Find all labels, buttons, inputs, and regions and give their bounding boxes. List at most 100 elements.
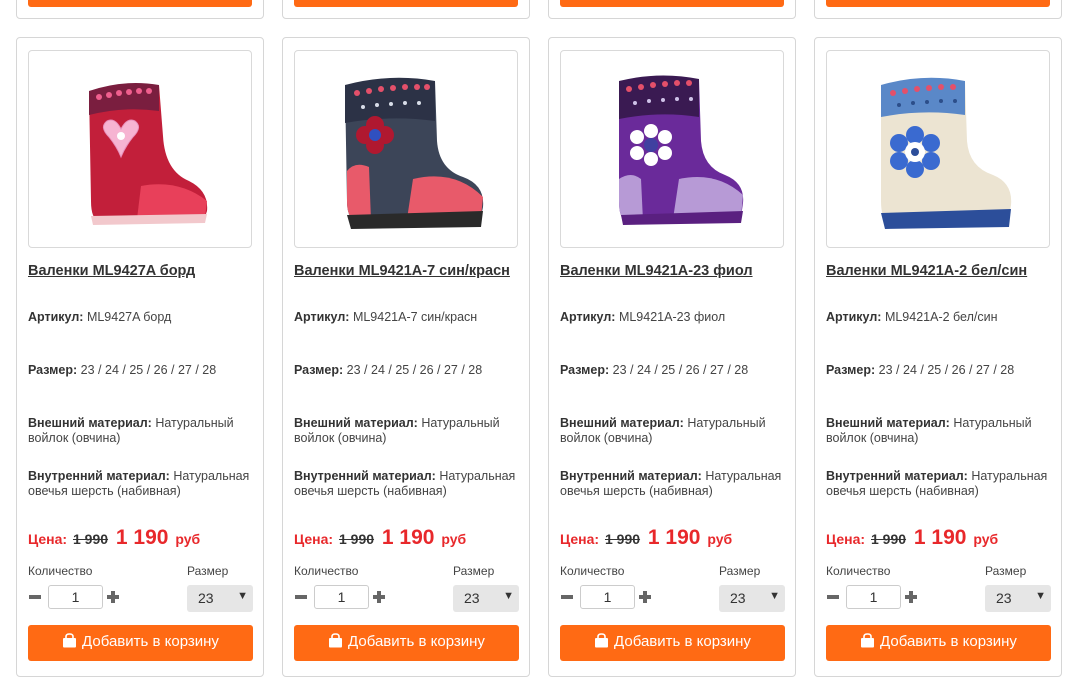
product-article: Артикул: ML9427A борд [28, 310, 258, 325]
product-price: Цена: 1 990 1 190 руб [560, 526, 732, 550]
size-select-value: 23 [198, 590, 214, 606]
add-to-cart-button[interactable]: Добавить в корзину [28, 625, 253, 661]
currency-label: руб [707, 531, 733, 547]
quantity-minus-button[interactable] [560, 590, 574, 604]
size-select-value: 23 [996, 590, 1012, 606]
price-label: Цена: [826, 531, 866, 547]
product-article: Артикул: ML9421A-23 фиол [560, 310, 790, 325]
size-select[interactable]: 23 ▼ [453, 585, 519, 612]
add-to-cart-button[interactable] [28, 0, 252, 7]
article-value: ML9421A-2 бел/син [884, 310, 998, 324]
triangle-down-icon: ▼ [237, 590, 248, 602]
product-image[interactable] [294, 50, 518, 248]
add-to-cart-button[interactable] [560, 0, 784, 7]
quantity-minus-button[interactable] [294, 590, 308, 604]
currency-label: руб [175, 531, 201, 547]
size-select[interactable]: 23 ▼ [187, 585, 253, 612]
price-label: Цена: [560, 531, 600, 547]
article-label: Артикул: [560, 310, 616, 324]
shopping-bag-icon [594, 627, 609, 661]
product-outer-material: Внешний материал: Натуральный войлок (ов… [28, 416, 258, 446]
quantity-minus-button[interactable] [826, 590, 840, 604]
product-image[interactable] [560, 50, 784, 248]
product-sizes: Размер: 23 / 24 / 25 / 26 / 27 / 28 [294, 363, 524, 378]
product-title-link[interactable]: Валенки ML9427A борд [28, 261, 254, 282]
prev-row-card [16, 0, 264, 19]
article-label: Артикул: [28, 310, 84, 324]
product-inner-material: Внутренний материал: Натуральная овечья … [28, 469, 258, 499]
product-sizes: Размер: 23 / 24 / 25 / 26 / 27 / 28 [28, 363, 258, 378]
add-to-cart-button[interactable]: Добавить в корзину [826, 625, 1051, 661]
sizes-value: 23 / 24 / 25 / 26 / 27 / 28 [612, 363, 749, 377]
add-to-cart-button[interactable] [294, 0, 518, 7]
quantity-input[interactable] [580, 585, 635, 609]
product-article: Артикул: ML9421A-7 син/красн [294, 310, 524, 325]
product-image[interactable] [28, 50, 252, 248]
inner-material-label: Внутренний материал: [560, 469, 702, 483]
price-label: Цена: [28, 531, 68, 547]
product-card: Валенки ML9421A-23 фиол Артикул: ML9421A… [548, 37, 796, 677]
prev-row-card [814, 0, 1062, 19]
add-to-cart-button[interactable] [826, 0, 1050, 7]
quantity-input[interactable] [846, 585, 901, 609]
old-price: 1 990 [870, 531, 907, 547]
product-price: Цена: 1 990 1 190 руб [826, 526, 998, 550]
product-outer-material: Внешний материал: Натуральный войлок (ов… [826, 416, 1056, 446]
outer-material-label: Внешний материал: [294, 416, 418, 430]
new-price: 1 190 [115, 526, 169, 549]
new-price: 1 190 [913, 526, 967, 549]
quantity-plus-button[interactable] [106, 590, 120, 604]
article-value: ML9421A-23 фиол [618, 310, 726, 324]
size-select-label: Размер [719, 564, 761, 578]
outer-material-label: Внешний материал: [560, 416, 684, 430]
quantity-label: Количество [294, 564, 359, 578]
sizes-value: 23 / 24 / 25 / 26 / 27 / 28 [80, 363, 217, 377]
price-label: Цена: [294, 531, 334, 547]
add-to-cart-label: Добавить в корзину [348, 633, 485, 650]
outer-material-label: Внешний материал: [826, 416, 950, 430]
inner-material-label: Внутренний материал: [826, 469, 968, 483]
product-image[interactable] [826, 50, 1050, 248]
sizes-value: 23 / 24 / 25 / 26 / 27 / 28 [346, 363, 483, 377]
product-outer-material: Внешний материал: Натуральный войлок (ов… [560, 416, 790, 446]
quantity-label: Количество [28, 564, 93, 578]
shopping-bag-icon [860, 627, 875, 661]
shopping-bag-icon [62, 627, 77, 661]
size-select[interactable]: 23 ▼ [985, 585, 1051, 612]
product-title-link[interactable]: Валенки ML9421A-23 фиол [560, 261, 786, 282]
quantity-plus-button[interactable] [372, 590, 386, 604]
product-title-link[interactable]: Валенки ML9421A-7 син/красн [294, 261, 520, 282]
article-label: Артикул: [294, 310, 350, 324]
add-to-cart-label: Добавить в корзину [880, 633, 1017, 650]
product-grid: Валенки ML9427A борд Артикул: ML9427A бо… [16, 0, 1064, 677]
size-select-label: Размер [453, 564, 495, 578]
add-to-cart-button[interactable]: Добавить в корзину [294, 625, 519, 661]
product-card: Валенки ML9427A борд Артикул: ML9427A бо… [16, 37, 264, 677]
product-outer-material: Внешний материал: Натуральный войлок (ов… [294, 416, 524, 446]
new-price: 1 190 [381, 526, 435, 549]
product-inner-material: Внутренний материал: Натуральная овечья … [294, 469, 524, 499]
quantity-plus-button[interactable] [638, 590, 652, 604]
quantity-input[interactable] [48, 585, 103, 609]
product-sizes: Размер: 23 / 24 / 25 / 26 / 27 / 28 [826, 363, 1056, 378]
prev-row-card [548, 0, 796, 19]
size-label: Размер: [28, 363, 78, 377]
quantity-minus-button[interactable] [28, 590, 42, 604]
size-select-value: 23 [730, 590, 746, 606]
size-label: Размер: [560, 363, 610, 377]
article-label: Артикул: [826, 310, 882, 324]
product-article: Артикул: ML9421A-2 бел/син [826, 310, 1056, 325]
size-label: Размер: [826, 363, 876, 377]
size-select[interactable]: 23 ▼ [719, 585, 785, 612]
add-to-cart-label: Добавить в корзину [614, 633, 751, 650]
felt-boot-grey-red-flower-icon [345, 77, 484, 229]
quantity-plus-button[interactable] [904, 590, 918, 604]
inner-material-label: Внутренний материал: [28, 469, 170, 483]
quantity-label: Количество [826, 564, 891, 578]
product-title-link[interactable]: Валенки ML9421A-2 бел/син [826, 261, 1052, 282]
shopping-bag-icon [328, 627, 343, 661]
article-value: ML9427A борд [86, 310, 172, 324]
add-to-cart-button[interactable]: Добавить в корзину [560, 625, 785, 661]
quantity-input[interactable] [314, 585, 369, 609]
triangle-down-icon: ▼ [503, 590, 514, 602]
